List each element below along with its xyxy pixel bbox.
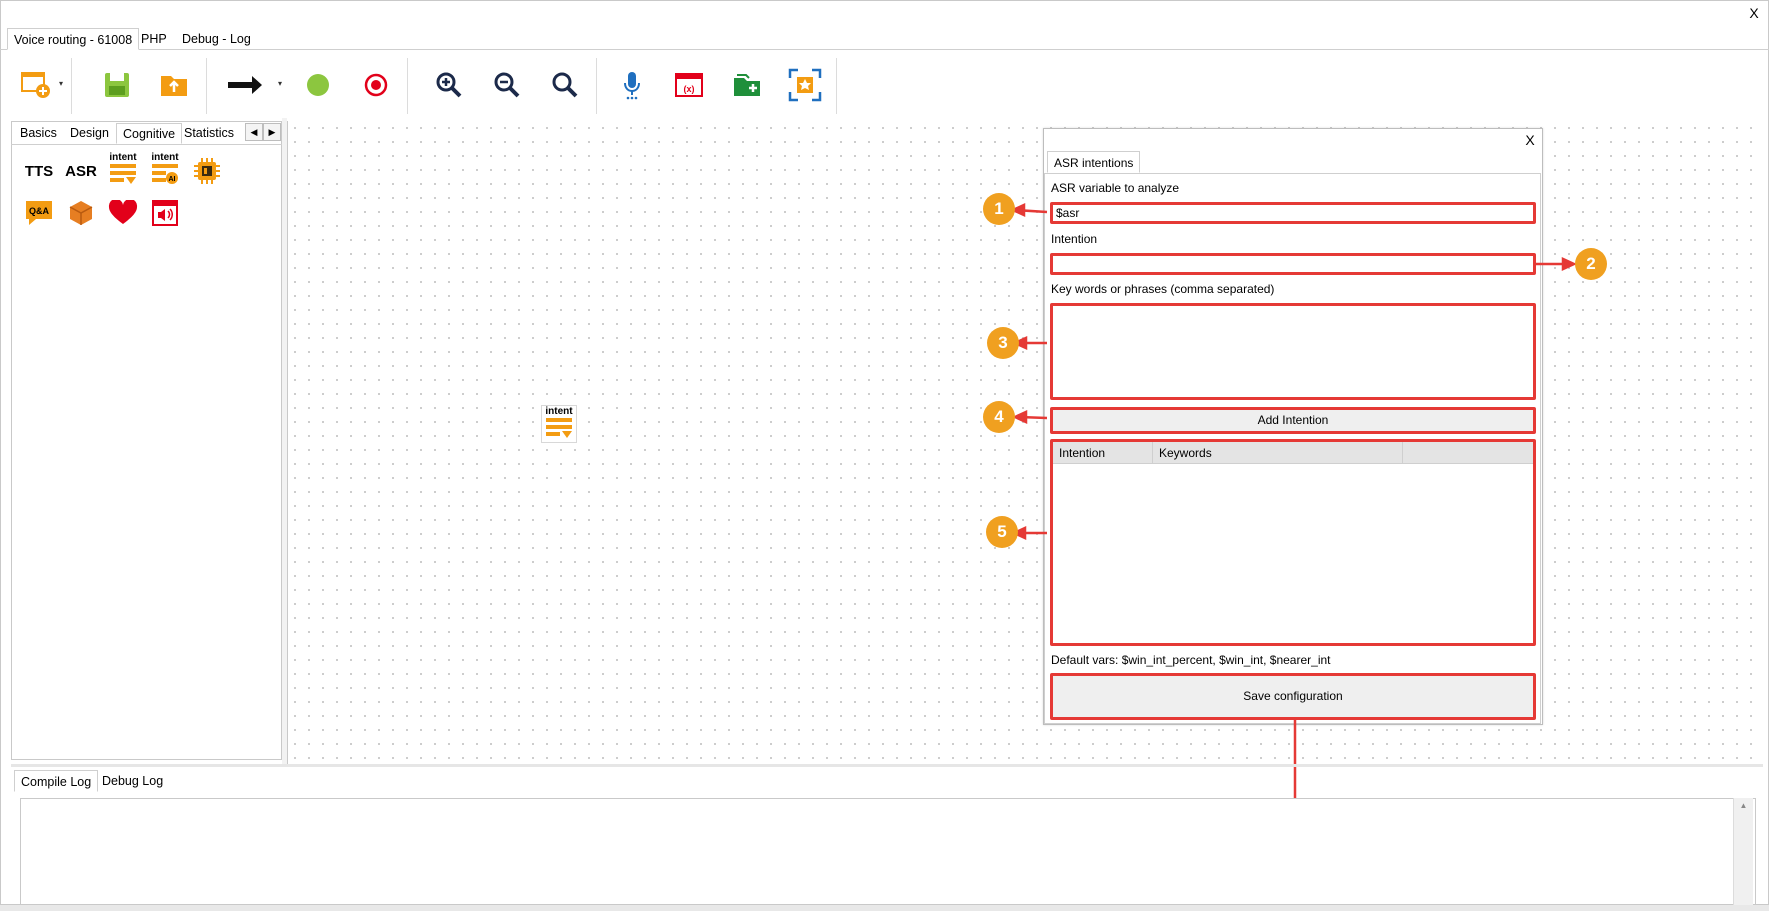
tab-asr-intentions[interactable]: ASR intentions: [1047, 151, 1141, 173]
compile-log-area[interactable]: [20, 798, 1756, 905]
log-scrollbar[interactable]: ▲: [1733, 798, 1753, 905]
callout-1: 1: [983, 193, 1015, 225]
log-splitter[interactable]: [11, 764, 1763, 767]
tab-debug-log-panel[interactable]: Debug Log: [96, 770, 169, 792]
tab-compile-log[interactable]: Compile Log: [14, 770, 99, 792]
scroll-up-icon[interactable]: ▲: [1734, 801, 1753, 810]
callout-5: 5: [986, 516, 1018, 548]
callout-arrows: [1009, 203, 1578, 835]
callout-3: 3: [987, 327, 1019, 359]
callout-4: 4: [983, 401, 1015, 433]
callout-2: 2: [1575, 248, 1607, 280]
tab-voice-routing[interactable]: Voice routing - 61008: [7, 28, 140, 50]
